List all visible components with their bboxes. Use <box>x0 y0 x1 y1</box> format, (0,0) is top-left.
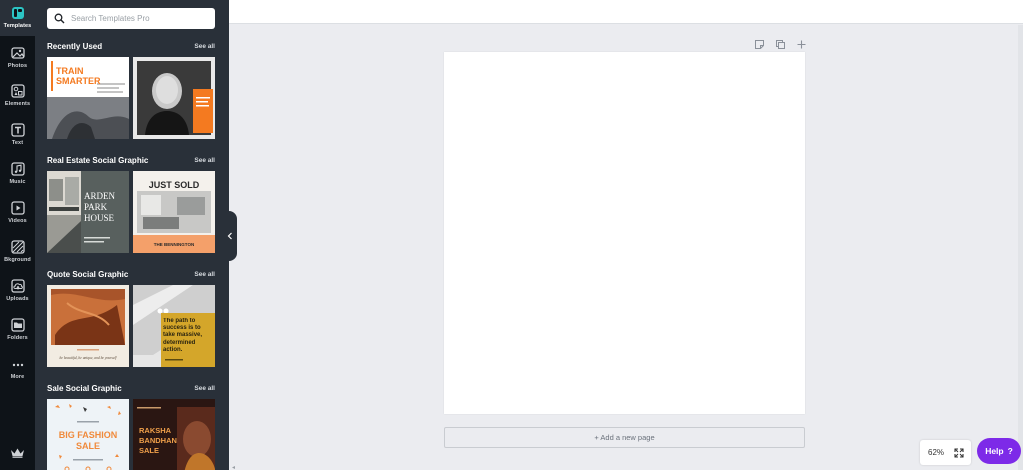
thumb-text: TRAIN <box>56 66 84 76</box>
zoom-level: 62% <box>928 448 945 457</box>
design-page[interactable] <box>444 52 805 414</box>
template-thumb-train-smarter[interactable]: TRAIN SMARTER <box>47 57 129 139</box>
folders-icon <box>10 318 25 332</box>
question-icon: ? <box>1007 446 1013 456</box>
duplicate-page-icon[interactable] <box>775 37 786 49</box>
elements-icon <box>10 84 25 98</box>
thumb-text: SALE <box>139 446 159 455</box>
see-all-link[interactable]: See all <box>194 271 215 278</box>
see-all-link[interactable]: See all <box>194 43 215 50</box>
thumb-text: JUST SOLD <box>149 180 200 190</box>
section-title: Quote Social Graphic <box>47 269 129 279</box>
rail-music[interactable]: Music <box>0 156 35 192</box>
help-label: Help <box>985 446 1004 456</box>
search-icon <box>54 13 65 24</box>
templates-panel: Recently Used See all TRAIN SMARTER <box>35 0 229 470</box>
scroll-left-icon[interactable]: ◂ <box>232 464 237 470</box>
see-all-link[interactable]: See all <box>194 385 215 392</box>
section-header: Sale Social Graphic See all <box>47 382 215 394</box>
template-preview: BIG FASHION SALE <box>47 399 129 470</box>
template-thumb-arden-park[interactable]: ARDEN PARK HOUSE <box>47 171 129 253</box>
template-thumb-big-fashion-sale[interactable]: BIG FASHION SALE <box>47 399 129 470</box>
rail-label: Elements <box>4 101 31 107</box>
background-icon <box>10 240 25 254</box>
section-title: Sale Social Graphic <box>47 383 122 393</box>
template-preview: ARDEN PARK HOUSE <box>47 171 129 253</box>
template-preview: TRAIN SMARTER <box>47 57 129 139</box>
template-thumb-quote-hair[interactable]: be beautiful, be unique, and be yourself <box>47 285 129 367</box>
uploads-icon <box>10 279 25 293</box>
rail-uploads[interactable]: Uploads <box>0 273 35 309</box>
thumb-text: PARK <box>84 202 108 212</box>
thumb-text: BANDHAN <box>139 436 177 445</box>
rail-label: Videos <box>8 218 27 224</box>
collapse-panel-handle[interactable] <box>222 211 237 261</box>
rail-photos[interactable]: Photos <box>0 40 35 76</box>
template-thumb-raksha-bandhan-sale[interactable]: RAKSHA BANDHAN SALE <box>133 399 215 470</box>
template-preview: RAKSHA BANDHAN SALE <box>133 399 215 470</box>
help-button[interactable]: Help ? <box>977 438 1021 464</box>
rail-label: Uploads <box>6 296 29 302</box>
section-header: Quote Social Graphic See all <box>47 268 215 280</box>
templates-icon <box>11 7 24 19</box>
section-header: Real Estate Social Graphic See all <box>47 154 215 166</box>
rail-label: Folders <box>7 335 28 341</box>
more-icon <box>12 363 23 367</box>
rail-label: Photos <box>7 63 28 69</box>
fullscreen-icon[interactable] <box>954 448 964 458</box>
search-box[interactable] <box>47 8 215 29</box>
template-preview: The path to success is to take massive, … <box>133 285 215 367</box>
add-page-icon[interactable] <box>796 37 807 49</box>
videos-icon <box>10 201 25 215</box>
template-thumb-just-sold[interactable]: JUST SOLD THE BENNINGTON <box>133 171 215 253</box>
thumb-text: HOUSE <box>84 213 115 223</box>
photos-icon <box>10 47 25 59</box>
rail-label: More <box>10 374 25 380</box>
section-header: Recently Used See all <box>47 40 215 52</box>
page-notes-icon[interactable] <box>754 37 765 49</box>
template-preview: JUST SOLD THE BENNINGTON <box>133 171 215 253</box>
thumb-text: RAKSHA <box>139 426 172 435</box>
rail-templates[interactable]: Templates <box>0 0 35 36</box>
thumb-text: SALE <box>76 441 100 451</box>
rail-videos[interactable]: Videos <box>0 195 35 231</box>
search-input[interactable] <box>71 14 211 23</box>
rail-label: Text <box>11 140 24 146</box>
template-thumb-quote-path[interactable]: The path to success is to take massive, … <box>133 285 215 367</box>
rail-text[interactable]: Text <box>0 117 35 153</box>
template-preview <box>133 57 215 139</box>
rail-label: Templates <box>3 23 32 29</box>
add-new-page-button[interactable]: + Add a new page <box>444 427 805 448</box>
template-thumb-portrait[interactable] <box>133 57 215 139</box>
editor-topbar <box>229 0 1023 24</box>
rail-label: Music <box>9 179 26 185</box>
rail-background[interactable]: Bkground <box>0 234 35 270</box>
rail-elements[interactable]: Elements <box>0 78 35 114</box>
thumb-text: ARDEN <box>84 191 115 201</box>
music-icon <box>10 162 25 176</box>
thumb-text: The path to success is to take massive, … <box>163 318 203 353</box>
rail-more[interactable]: More <box>0 351 35 387</box>
thumb-text: THE BENNINGTON <box>154 242 194 247</box>
canvas-scrollbar[interactable] <box>1018 25 1023 470</box>
thumb-text: BIG FASHION <box>59 430 118 440</box>
section-title: Real Estate Social Graphic <box>47 155 149 165</box>
section-title: Recently Used <box>47 41 103 51</box>
see-all-link[interactable]: See all <box>194 157 215 164</box>
rail-folders[interactable]: Folders <box>0 312 35 348</box>
text-icon <box>10 123 25 137</box>
zoom-control[interactable]: 62% <box>920 440 971 465</box>
crown-icon[interactable] <box>10 447 25 458</box>
icon-rail: Templates Photos Elements Text Music Vid… <box>0 0 35 470</box>
page-toolbar <box>754 37 807 49</box>
rail-label: Bkground <box>4 257 31 263</box>
thumb-text: SMARTER <box>56 76 101 86</box>
template-preview: be beautiful, be unique, and be yourself <box>47 285 129 367</box>
chevron-left-icon <box>227 232 232 240</box>
